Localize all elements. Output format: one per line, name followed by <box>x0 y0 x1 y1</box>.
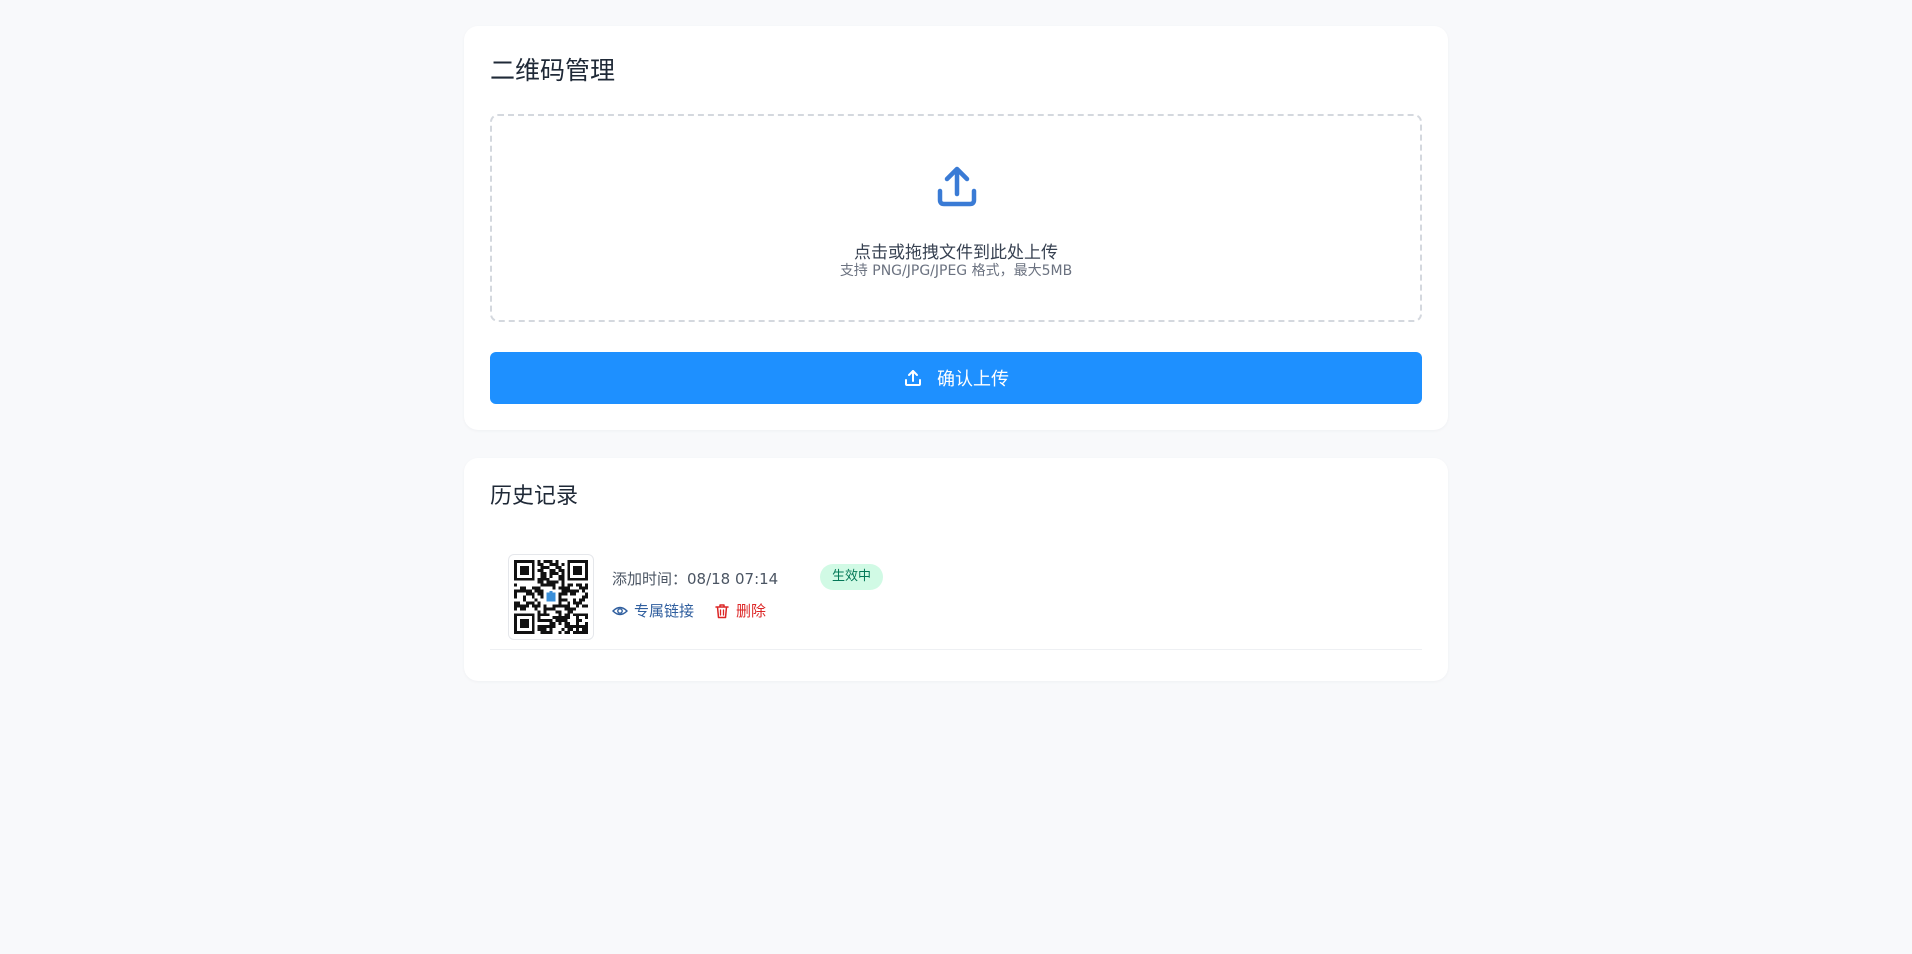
confirm-upload-label: 确认上传 <box>937 369 1009 390</box>
exclusive-link-button[interactable]: 专属链接 <box>612 600 694 621</box>
added-time: 添加时间：08/18 07:14 <box>612 570 779 588</box>
page-title: 二维码管理 <box>490 56 616 85</box>
qr-management-card: 二维码管理 点击或拖拽文件到此处上传 支持 PNG/JPG/JPEG 格式，最大… <box>464 26 1448 430</box>
trash-icon <box>715 603 729 618</box>
status-badge: 生效中 <box>820 564 884 590</box>
delete-label: 删除 <box>736 602 767 620</box>
upload-dropzone[interactable]: 点击或拖拽文件到此处上传 支持 PNG/JPG/JPEG 格式，最大5MB <box>490 114 1422 322</box>
history-item: 添加时间：08/18 07:14 生效中 专属链接 删除 <box>490 546 1422 650</box>
history-title: 历史记录 <box>490 484 579 509</box>
qr-code-image <box>514 560 588 634</box>
eye-icon <box>612 606 628 615</box>
upload-icon <box>937 166 977 207</box>
dropzone-hint: 支持 PNG/JPG/JPEG 格式，最大5MB <box>839 263 1073 279</box>
confirm-upload-button[interactable]: 确认上传 <box>490 352 1422 404</box>
exclusive-link-label: 专属链接 <box>634 602 695 620</box>
upload-icon <box>905 370 921 386</box>
delete-button[interactable]: 删除 <box>714 600 766 621</box>
history-card: 历史记录 添加时间：08/18 07:14 生效中 专属链接 删除 <box>464 458 1448 681</box>
qr-code-thumbnail[interactable] <box>508 554 594 640</box>
